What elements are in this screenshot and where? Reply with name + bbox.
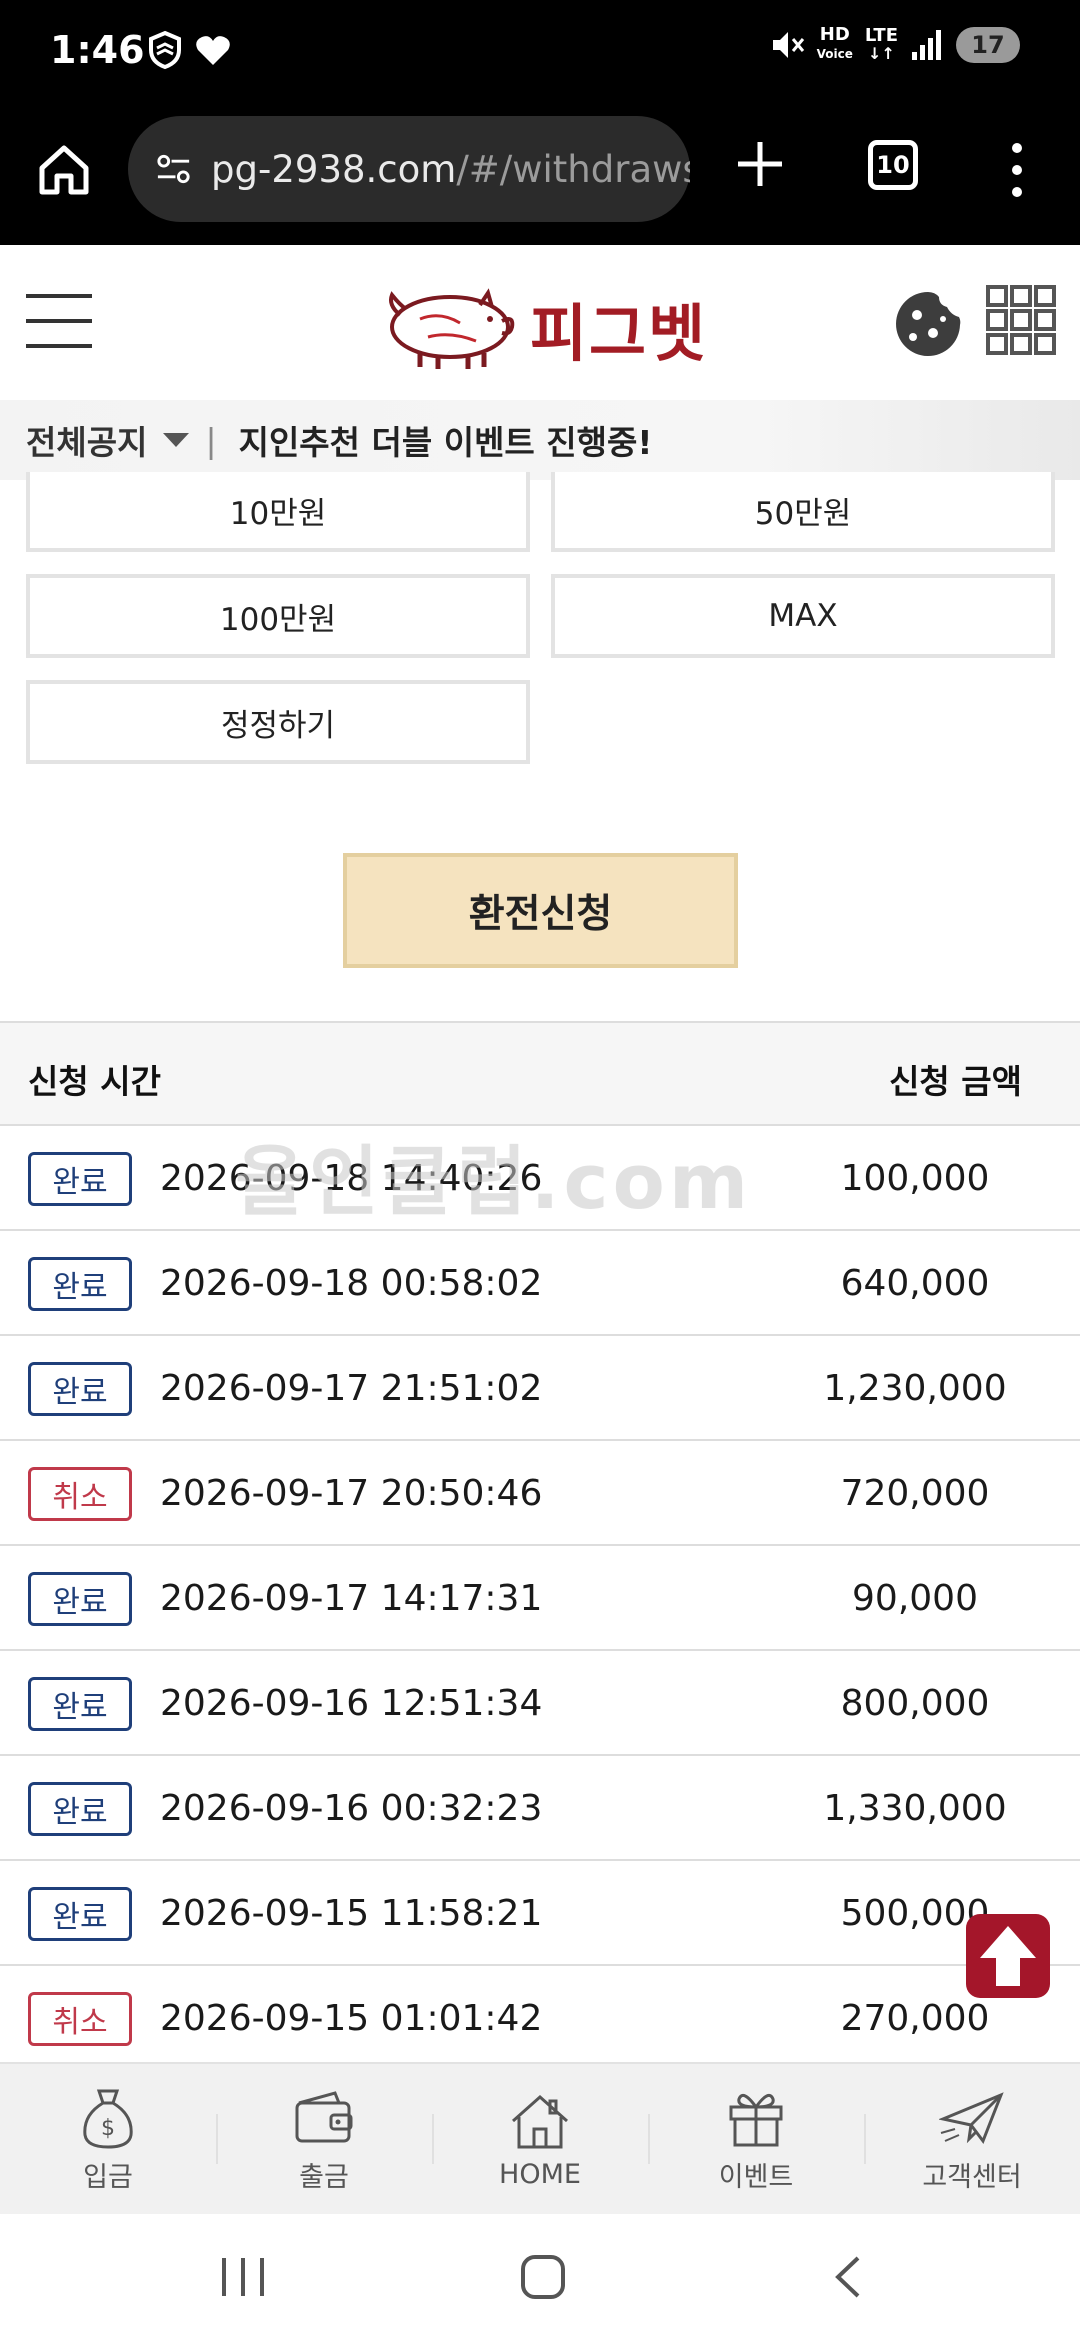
url-domain: pg-2938.com [211,147,457,191]
status-time: 1:46 [50,28,145,72]
notice-separator: | [205,420,217,460]
row-amount: 800,000 [840,1683,990,1724]
watermark: 올인클럽.com [235,1137,753,1226]
shield-app-icon [149,30,181,70]
hd-voice-icon: HD Voice [816,24,853,62]
signal-icon [912,29,941,60]
nav-support[interactable]: 고객센터 [864,2064,1080,2214]
status-badge: 완료 [28,1887,132,1941]
mute-icon [772,31,804,58]
table-row: 완료 2026-09-17 21:51:02 1,230,000 [0,1336,1080,1441]
nav-label: 이벤트 [718,2161,794,2193]
status-badge: 완료 [28,1782,132,1836]
money-bag-icon: $ [83,2089,133,2149]
amount-10man-button[interactable]: 10만원 [26,472,530,552]
chevron-down-icon[interactable] [163,433,190,447]
nav-label: HOME [499,2158,581,2190]
notice-bar[interactable]: 전체공지 | 지인추천 더블 이벤트 진행중! [0,400,1080,480]
nav-label: 출금 [299,2161,349,2193]
status-badge: 완료 [28,1152,132,1206]
lte-icon: LTE ↓↑ [864,24,898,63]
notice-text[interactable]: 지인추천 더블 이벤트 진행중! [239,416,653,464]
row-time: 2026-09-15 01:01:42 [160,1998,543,2039]
bottom-navigation: $ 입금 출금 HOME 이벤트 고객센터 [0,2062,1080,2214]
tab-switcher-button[interactable]: 10 [868,140,918,190]
row-time: 2026-09-17 21:51:02 [160,1368,543,1409]
header-amount: 신청 금액 [889,1062,1022,1101]
house-icon [512,2094,568,2148]
table-row: 취소 2026-09-17 20:50:46 720,000 [0,1441,1080,1546]
logo-text[interactable]: 피그벳 [530,283,707,373]
row-amount: 640,000 [840,1263,990,1304]
status-badge: 완료 [28,1677,132,1731]
home-icon[interactable] [34,140,94,200]
table-header: 신청 시간 신청 금액 [0,1021,1080,1126]
row-time: 2026-09-18 00:58:02 [160,1263,543,1304]
battery-indicator: 17 [956,26,1020,63]
row-amount: 1,330,000 [823,1788,1007,1829]
heart-icon [196,36,230,65]
scroll-top-button[interactable] [966,1914,1050,1998]
url-path: /#/withdraws [456,147,690,191]
nav-label: 입금 [83,2161,133,2193]
row-amount: 1,230,000 [823,1368,1007,1409]
row-time: 2026-09-16 00:32:23 [160,1788,543,1829]
status-badge: 완료 [28,1362,132,1416]
row-time: 2026-09-15 11:58:21 [160,1893,543,1934]
table-row: 완료 2026-09-18 00:58:02 640,000 [0,1231,1080,1336]
paper-plane-icon [939,2091,1004,2144]
status-badge: 취소 [28,1992,132,2046]
row-time: 2026-09-17 14:17:31 [160,1578,543,1619]
svg-text:$: $ [101,2116,115,2141]
browser-toolbar: pg-2938.com/#/withdraws 10 [0,100,1080,245]
status-right: HD Voice LTE ↓↑ 17 [769,26,1020,63]
notice-category[interactable]: 전체공지 [26,416,147,464]
address-bar[interactable]: pg-2938.com/#/withdraws [128,116,690,222]
nav-label: 고객센터 [922,2161,1022,2193]
status-badge: 완료 [28,1572,132,1626]
status-badge: 완료 [28,1257,132,1311]
header-time: 신청 시간 [28,1062,161,1101]
row-amount: 270,000 [840,1998,990,2039]
status-bar: 1:46 HD Voice LTE ↓↑ 17 [0,0,1080,100]
nav-deposit[interactable]: $ 입금 [0,2064,216,2214]
amount-max-button[interactable]: MAX [551,574,1055,658]
arrow-up-icon [980,1926,1036,1986]
status-left-icons [145,30,231,70]
hamburger-menu-icon[interactable] [24,290,94,352]
more-menu-icon[interactable] [1003,140,1031,200]
withdraw-submit-button[interactable]: 환전신청 [343,853,738,968]
nav-event[interactable]: 이벤트 [648,2064,864,2214]
row-amount: 90,000 [852,1578,978,1619]
home-button-icon[interactable] [518,2252,568,2302]
table-row: 완료 2026-09-15 11:58:21 500,000 [0,1861,1080,1966]
table-row: 완료 2026-09-16 12:51:34 800,000 [0,1651,1080,1756]
nav-withdraw[interactable]: 출금 [216,2064,432,2214]
gift-icon [729,2093,783,2146]
site-header: 피그벳 [0,245,1080,400]
row-time: 2026-09-16 12:51:34 [160,1683,543,1724]
row-time: 2026-09-17 20:50:46 [160,1473,543,1514]
system-navigation-bar [0,2214,1080,2340]
new-tab-icon[interactable] [732,136,788,192]
site-settings-icon[interactable] [154,149,193,189]
url-text: pg-2938.com/#/withdraws [211,148,690,191]
row-amount: 720,000 [840,1473,990,1514]
grid-menu-icon[interactable] [986,285,1056,355]
table-row: 취소 2026-09-15 01:01:42 270,000 [0,1966,1080,2071]
wallet-icon [295,2090,353,2142]
table-row: 완료 2026-09-17 14:17:31 90,000 [0,1546,1080,1651]
amount-reset-button[interactable]: 정정하기 [26,680,530,764]
cookie-icon[interactable] [893,289,963,359]
row-amount: 100,000 [840,1158,990,1199]
nav-home[interactable]: HOME [432,2064,648,2214]
amount-50man-button[interactable]: 50만원 [551,472,1055,552]
table-row: 완료 2026-09-16 00:32:23 1,330,000 [0,1756,1080,1861]
back-icon[interactable] [828,2254,868,2300]
recent-apps-icon[interactable] [218,2254,268,2300]
amount-100man-button[interactable]: 100만원 [26,574,530,658]
status-badge: 취소 [28,1467,132,1521]
